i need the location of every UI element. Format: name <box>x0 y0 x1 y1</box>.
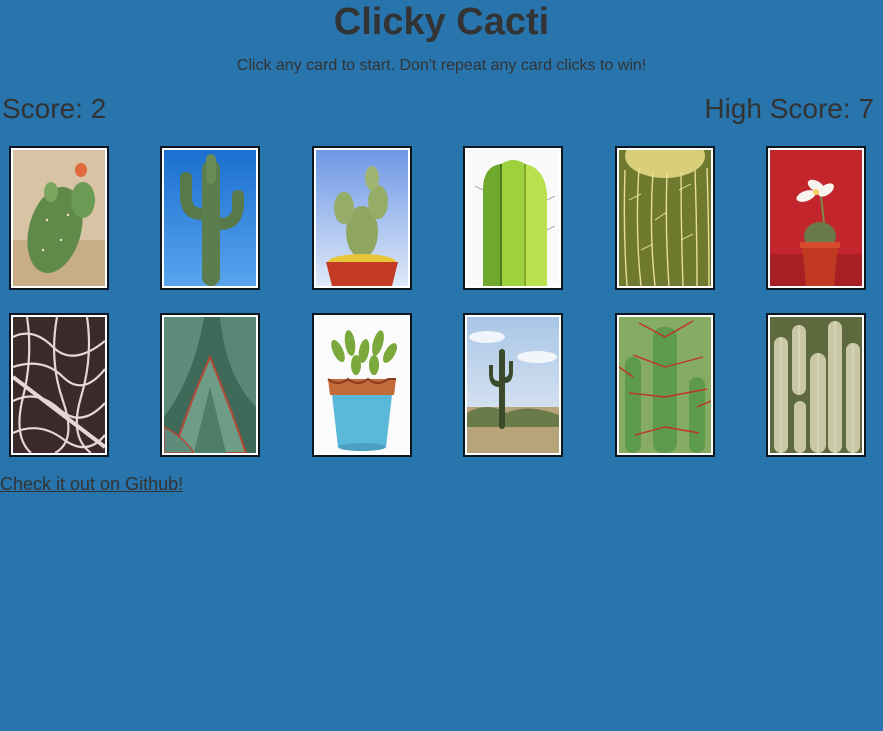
card-white-columns[interactable] <box>766 313 866 457</box>
card-saguaro-sky[interactable] <box>160 146 260 290</box>
prickly-pear-cactus-icon <box>13 150 105 286</box>
cactus-skeleton-icon <box>13 317 105 453</box>
github-link[interactable]: Check it out on Github! <box>0 473 183 495</box>
card-skeleton[interactable] <box>9 313 109 457</box>
card-red-spine[interactable] <box>615 313 715 457</box>
card-prickly-pear[interactable] <box>9 146 109 290</box>
card-flowering-pot[interactable] <box>766 146 866 290</box>
card-jade-pot[interactable] <box>312 313 412 457</box>
page: Clicky Cacti Click any card to start. Do… <box>0 0 883 731</box>
card-grid <box>0 0 883 470</box>
card-columnar[interactable] <box>463 146 563 290</box>
red-spine-cactus-icon <box>619 317 711 453</box>
saguaro-sky-cactus-icon <box>164 150 256 286</box>
card-desert-saguaro[interactable] <box>463 313 563 457</box>
agave-leaves-icon <box>164 317 256 453</box>
card-agave[interactable] <box>160 313 260 457</box>
card-golden-barrel[interactable] <box>615 146 715 290</box>
white-columns-cactus-icon <box>770 317 862 453</box>
golden-barrel-cactus-icon <box>619 150 711 286</box>
columnar-cactus-icon <box>467 150 559 286</box>
jade-succulent-pot-icon <box>316 317 408 453</box>
bunny-ears-potted-cactus-icon <box>316 150 408 286</box>
desert-saguaro-icon <box>467 317 559 453</box>
flowering-potted-cactus-icon <box>770 150 862 286</box>
card-bunny-ears[interactable] <box>312 146 412 290</box>
